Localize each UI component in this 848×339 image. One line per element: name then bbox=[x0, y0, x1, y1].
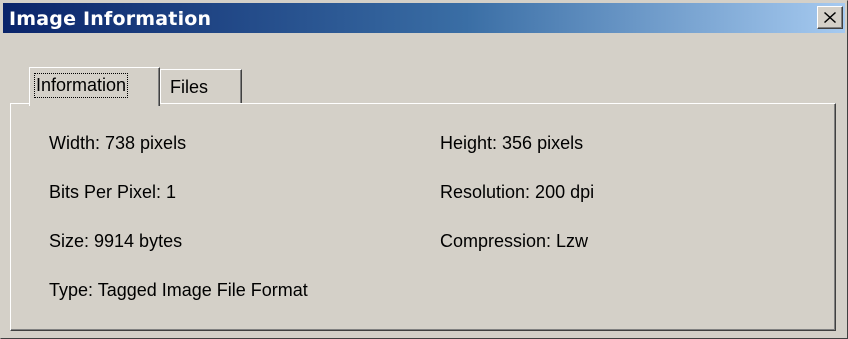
compression-label: Compression: Lzw bbox=[440, 231, 589, 251]
type-label: Type: Tagged Image File Format bbox=[49, 280, 308, 300]
image-information-dialog: Image Information Information Files Widt… bbox=[0, 0, 848, 339]
resolution-label: Resolution: 200 dpi bbox=[440, 182, 595, 202]
close-icon bbox=[824, 12, 836, 23]
size-label: Size: 9914 bytes bbox=[49, 231, 183, 251]
tab-files-label: Files bbox=[170, 77, 209, 97]
window-title: Image Information bbox=[9, 8, 212, 30]
bits-per-pixel-label: Bits Per Pixel: 1 bbox=[49, 182, 177, 202]
close-button[interactable] bbox=[817, 6, 843, 29]
tab-files[interactable]: Files bbox=[160, 69, 242, 105]
information-panel: Width: 738 pixels Height: 356 pixels Bit… bbox=[10, 103, 836, 331]
height-label: Height: 356 pixels bbox=[440, 133, 584, 153]
title-bar[interactable]: Image Information bbox=[3, 3, 845, 33]
tab-information[interactable]: Information bbox=[29, 67, 160, 106]
tab-information-label: Information bbox=[33, 73, 129, 98]
width-label: Width: 738 pixels bbox=[49, 133, 187, 153]
